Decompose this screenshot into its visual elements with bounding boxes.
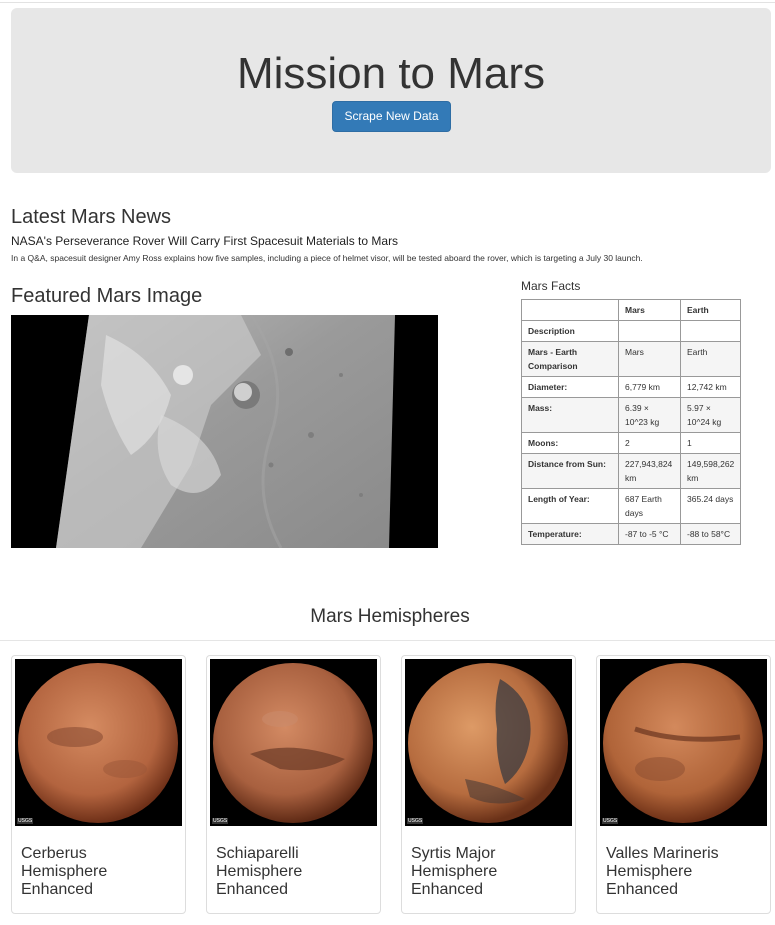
- featured-image-heading: Featured Mars Image: [11, 285, 203, 307]
- table-row: Temperature: -87 to -5 °C -88 to 58°C: [521, 523, 742, 545]
- mars-facts-table: Mars Earth Description Mars - Earth Comp…: [521, 299, 742, 545]
- table-cell: Moons:: [521, 432, 619, 454]
- table-cell: Mass:: [521, 397, 619, 433]
- hemisphere-card-valles-marineris[interactable]: USGS Valles Marineris Hemisphere Enhance…: [596, 655, 771, 914]
- table-cell: -88 to 58°C: [679, 523, 742, 545]
- table-cell: 149,598,262 km: [679, 453, 742, 489]
- cerberus-hemisphere-image[interactable]: USGS: [15, 659, 182, 826]
- schiaparelli-hemisphere-image[interactable]: USGS: [210, 659, 377, 826]
- valles-marineris-hemisphere-image[interactable]: USGS: [600, 659, 767, 826]
- latest-news-heading: Latest Mars News: [11, 206, 172, 228]
- usgs-badge: USGS: [407, 818, 424, 824]
- hemispheres-divider: [0, 640, 775, 641]
- top-divider: [0, 2, 775, 3]
- table-cell: Distance from Sun:: [521, 453, 619, 489]
- table-cell: 687 Earth days: [618, 488, 681, 524]
- table-cell: Temperature:: [521, 523, 619, 545]
- page-title: Mission to Mars: [236, 49, 546, 98]
- table-row: Mars - Earth Comparison Mars Earth: [521, 341, 742, 377]
- table-header-cell: [521, 299, 619, 321]
- hemisphere-title[interactable]: Schiaparelli Hemisphere Enhanced: [216, 845, 372, 899]
- table-cell: 5.97 × 10^24 kg: [679, 397, 742, 433]
- usgs-badge: USGS: [212, 818, 229, 824]
- syrtis-major-hemisphere-image[interactable]: USGS: [405, 659, 572, 826]
- table-cell: Mars - Earth Comparison: [521, 341, 619, 377]
- table-cell: [618, 320, 681, 342]
- usgs-badge: USGS: [17, 818, 34, 824]
- table-cell: [679, 320, 742, 342]
- table-row: Distance from Sun: 227,943,824 km 149,59…: [521, 453, 742, 489]
- news-headline: NASA's Perseverance Rover Will Carry Fir…: [11, 234, 399, 248]
- hemisphere-title[interactable]: Syrtis Major Hemisphere Enhanced: [411, 845, 567, 899]
- table-cell: 6,779 km: [618, 376, 681, 398]
- table-row: Description: [521, 320, 742, 342]
- table-cell: Earth: [679, 341, 742, 377]
- mars-facts-title: Mars Facts: [521, 279, 581, 293]
- usgs-badge: USGS: [602, 818, 619, 824]
- table-cell: 227,943,824 km: [618, 453, 681, 489]
- hemisphere-card-syrtis-major[interactable]: USGS Syrtis Major Hemisphere Enhanced: [401, 655, 576, 914]
- table-cell: 2: [618, 432, 681, 454]
- table-cell: Mars: [618, 341, 681, 377]
- hemisphere-card-cerberus[interactable]: USGS Cerberus Hemisphere Enhanced: [11, 655, 186, 914]
- table-row: Moons: 2 1: [521, 432, 742, 454]
- table-cell: 12,742 km: [679, 376, 742, 398]
- table-row: Length of Year: 687 Earth days 365.24 da…: [521, 488, 742, 524]
- hemisphere-title[interactable]: Cerberus Hemisphere Enhanced: [21, 845, 177, 899]
- table-header-cell: Mars: [618, 299, 681, 321]
- featured-mars-image: [11, 315, 438, 548]
- table-header-cell: Earth: [679, 299, 742, 321]
- table-cell: Description: [521, 320, 619, 342]
- scrape-new-data-button[interactable]: Scrape New Data: [332, 101, 451, 132]
- table-row: Mass: 6.39 × 10^23 kg 5.97 × 10^24 kg: [521, 397, 742, 433]
- hemisphere-title[interactable]: Valles Marineris Hemisphere Enhanced: [606, 845, 762, 899]
- hemisphere-card-schiaparelli[interactable]: USGS Schiaparelli Hemisphere Enhanced: [206, 655, 381, 914]
- header-jumbotron: Mission to Mars Scrape New Data: [11, 8, 771, 173]
- table-header-row: Mars Earth: [521, 299, 742, 321]
- table-cell: Length of Year:: [521, 488, 619, 524]
- table-cell: Diameter:: [521, 376, 619, 398]
- news-paragraph: In a Q&A, spacesuit designer Amy Ross ex…: [11, 253, 643, 263]
- table-row: Diameter: 6,779 km 12,742 km: [521, 376, 742, 398]
- table-cell: 365.24 days: [679, 488, 742, 524]
- table-cell: 1: [679, 432, 742, 454]
- hemispheres-heading: Mars Hemispheres: [310, 606, 470, 627]
- table-cell: 6.39 × 10^23 kg: [618, 397, 681, 433]
- table-cell: -87 to -5 °C: [618, 523, 681, 545]
